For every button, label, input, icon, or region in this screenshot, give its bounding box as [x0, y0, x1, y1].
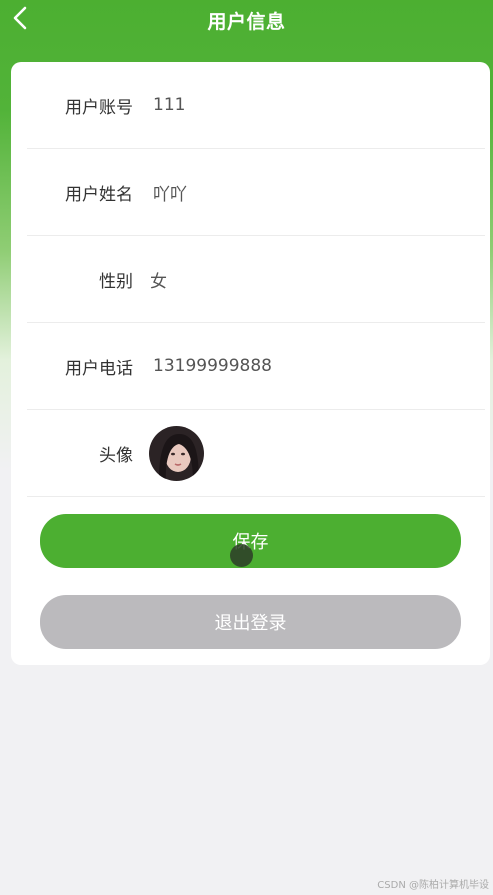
name-value[interactable]: 吖吖	[153, 149, 187, 235]
field-row-phone: 用户电话 13199999888	[27, 323, 485, 410]
phone-label: 用户电话	[65, 358, 133, 379]
field-row-avatar: 头像	[27, 410, 485, 497]
navigation-bar: 用户信息	[0, 0, 493, 40]
field-row-gender: 性别 女	[27, 236, 485, 323]
page-title: 用户信息	[207, 10, 286, 33]
gender-label: 性别	[99, 271, 133, 292]
touch-indicator	[230, 544, 253, 567]
avatar-label: 头像	[99, 445, 133, 466]
watermark: CSDN @陈柏计算机毕设	[377, 880, 489, 891]
field-row-account: 用户账号 111	[27, 62, 485, 149]
avatar[interactable]	[149, 426, 204, 481]
name-label: 用户姓名	[65, 184, 133, 205]
phone-value[interactable]: 13199999888	[153, 323, 272, 409]
account-label: 用户账号	[65, 97, 133, 118]
field-row-name: 用户姓名 吖吖	[27, 149, 485, 236]
logout-button[interactable]: 退出登录	[40, 595, 461, 649]
back-button[interactable]	[8, 4, 32, 32]
gender-value[interactable]: 女	[150, 236, 167, 322]
avatar-image	[149, 426, 204, 481]
chevron-left-icon	[13, 6, 27, 30]
user-info-card: 用户账号 111 用户姓名 吖吖 性别 女 用户电话 13199999888 头…	[11, 62, 490, 665]
account-value[interactable]: 111	[153, 62, 185, 148]
